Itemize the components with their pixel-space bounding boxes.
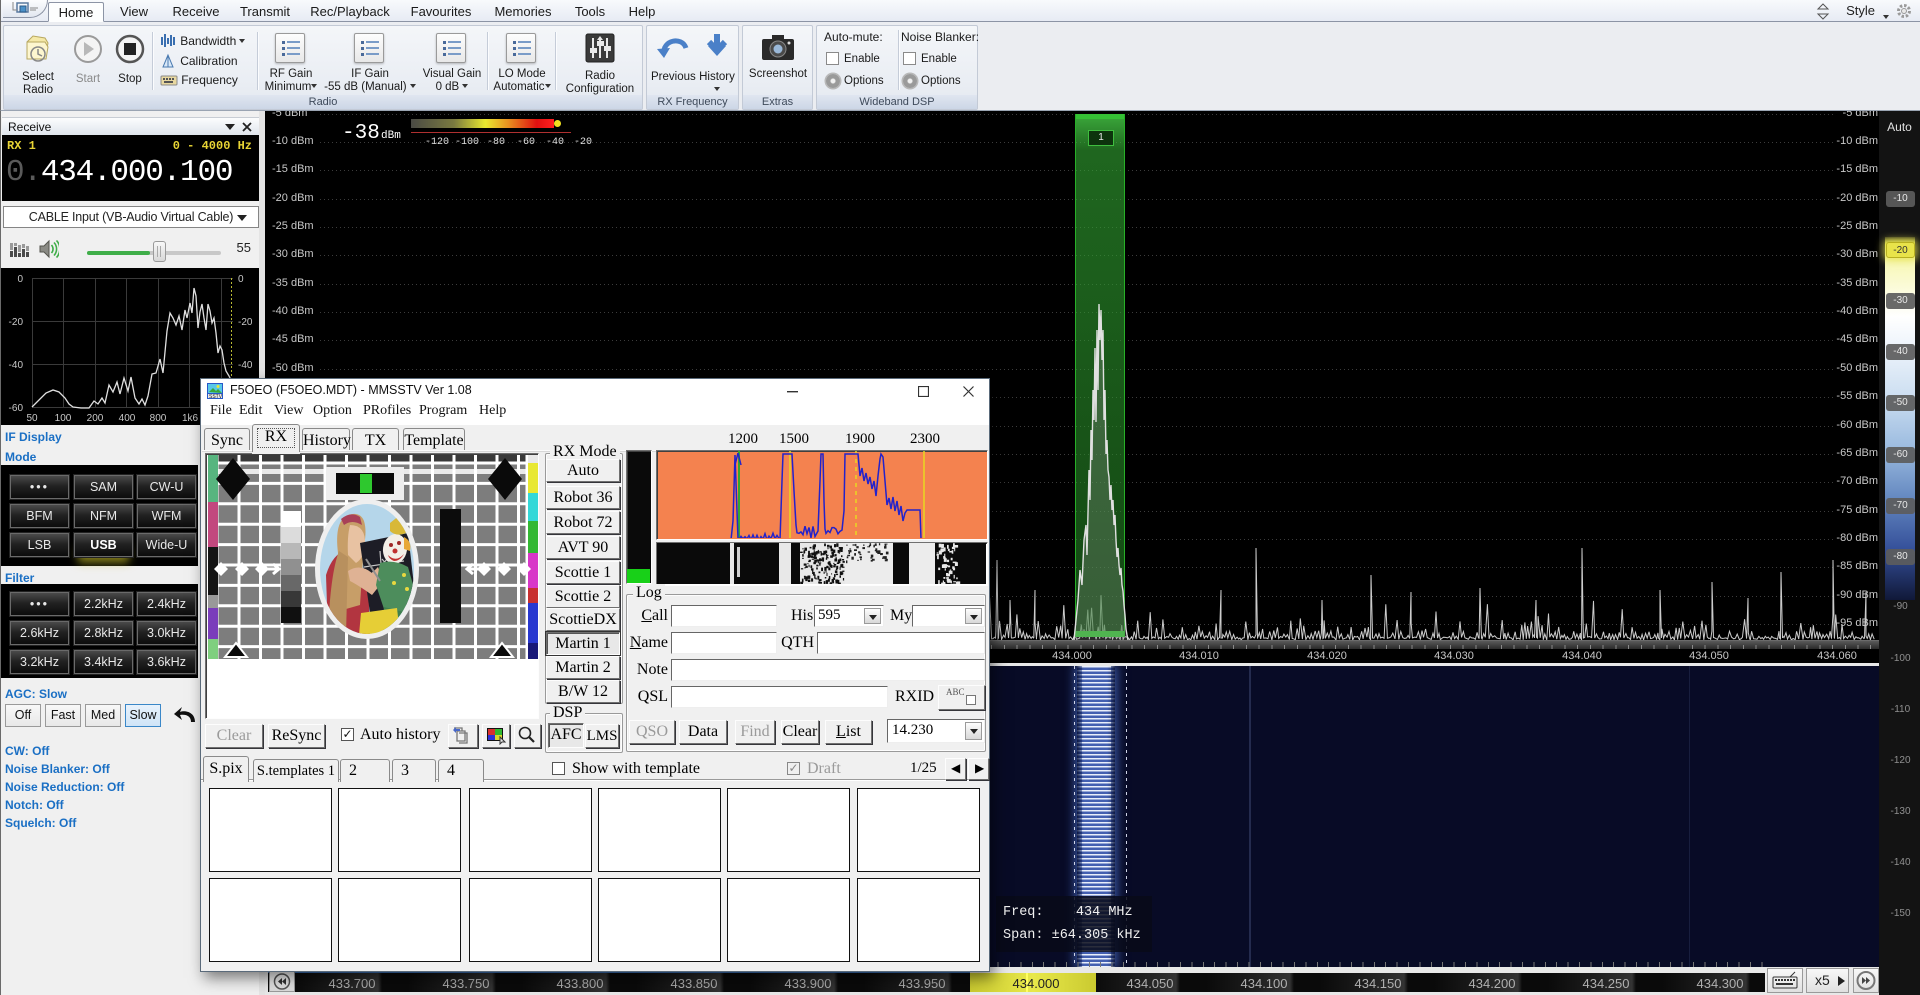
svg-text:-40: -40 (546, 137, 564, 148)
svg-text:-60: -60 (9, 403, 24, 414)
svg-text:1k6: 1k6 (182, 413, 199, 424)
svg-text:-60: -60 (517, 137, 535, 148)
svg-text:-80: -80 (487, 137, 505, 148)
svg-text:400: 400 (119, 413, 136, 424)
svg-text:-120: -120 (425, 137, 449, 148)
svg-text:100: 100 (55, 413, 72, 424)
svg-text:SSTV: SSTV (209, 394, 223, 399)
svg-text:-100: -100 (455, 137, 479, 148)
svg-text:0: 0 (238, 274, 244, 285)
svg-text:-40: -40 (9, 360, 24, 371)
svg-text:50: 50 (26, 413, 38, 424)
svg-text:-20: -20 (574, 137, 592, 148)
svg-text:-20: -20 (9, 317, 24, 328)
svg-text:800: 800 (150, 413, 167, 424)
svg-text:0: 0 (17, 274, 23, 285)
svg-text:-20: -20 (238, 317, 253, 328)
svg-text:-40: -40 (238, 360, 253, 371)
svg-text:200: 200 (87, 413, 104, 424)
